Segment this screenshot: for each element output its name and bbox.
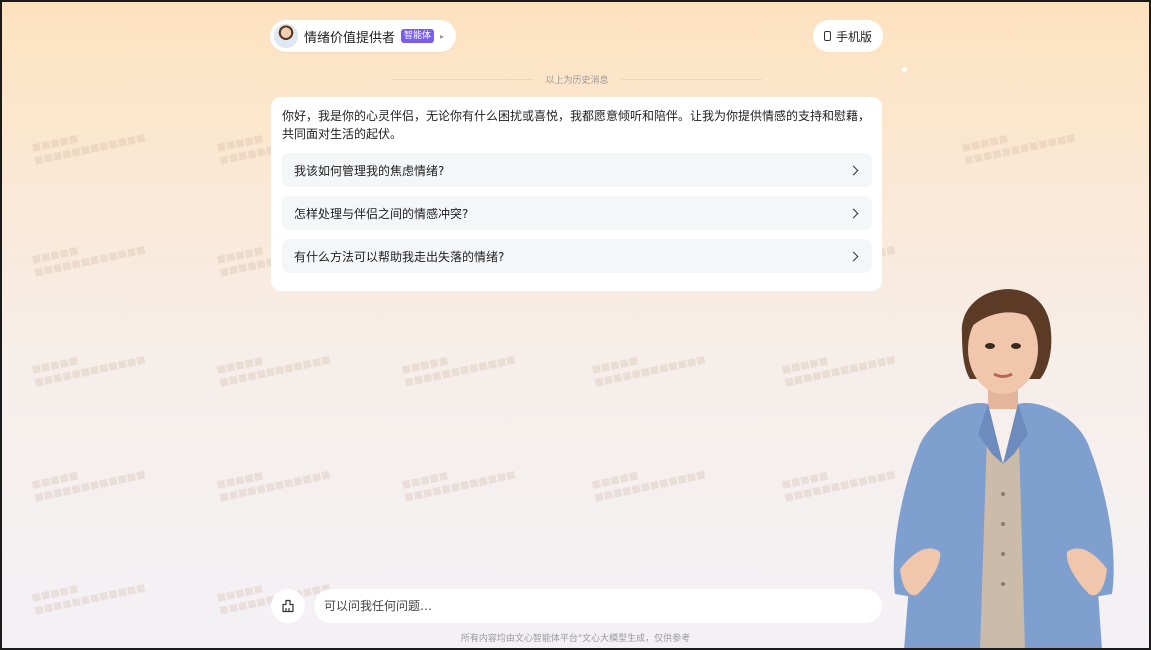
decorative-dot bbox=[902, 67, 907, 72]
new-chat-button[interactable] bbox=[271, 589, 305, 623]
divider-line-right bbox=[620, 79, 763, 80]
suggestion-text: 怎样处理与伴侣之间的情感冲突? bbox=[294, 206, 469, 221]
divider-line-left bbox=[392, 79, 534, 80]
chevron-right-icon bbox=[848, 165, 859, 175]
suggestion-item[interactable]: 我该如何管理我的焦虑情绪? bbox=[282, 153, 872, 187]
message-input[interactable] bbox=[314, 589, 882, 623]
history-divider-text: 以上为历史消息 bbox=[545, 76, 609, 86]
app-window: ■■■■■ ■■■■■■■■■■■■ ■■■■■ ■■■■■ ■■■■■■■ ■■■■… bbox=[0, 0, 1151, 650]
chevron-right-icon bbox=[848, 208, 859, 218]
chevron-right-icon bbox=[848, 251, 859, 261]
greeting-text: 你好，我是你的心灵伴侣，无论你有什么困扰或喜悦，我都愿意倾听和陪伴。让我为你提供… bbox=[282, 109, 871, 141]
suggestion-text: 有什么方法可以帮助我走出失落的情绪? bbox=[294, 249, 505, 264]
digital-human-avatar bbox=[893, 289, 1114, 648]
new-chat-icon bbox=[282, 599, 294, 613]
suggestion-item[interactable]: 怎样处理与伴侣之间的情感冲突? bbox=[282, 196, 872, 230]
agent-name: 情绪价值提供者 bbox=[304, 30, 396, 46]
agent-info-pill[interactable]: 情绪价值提供者 智能体 ▸ bbox=[270, 20, 457, 52]
phone-icon bbox=[824, 31, 831, 41]
chevron-right-small-icon: ▸ bbox=[440, 31, 445, 41]
suggestion-text: 我该如何管理我的焦虑情绪? bbox=[294, 163, 445, 178]
history-divider: 以上为历史消息 bbox=[392, 73, 763, 86]
mobile-version-label: 手机版 bbox=[836, 29, 873, 44]
agent-badge: 智能体 bbox=[401, 29, 435, 43]
suggestion-item[interactable]: 有什么方法可以帮助我走出失落的情绪? bbox=[282, 239, 872, 273]
agent-avatar bbox=[274, 24, 298, 48]
greeting-message-card: 你好，我是你的心灵伴侣，无论你有什么困扰或喜悦，我都愿意倾听和陪伴。让我为你提供… bbox=[271, 97, 882, 291]
mobile-version-button[interactable]: 手机版 bbox=[813, 20, 884, 52]
